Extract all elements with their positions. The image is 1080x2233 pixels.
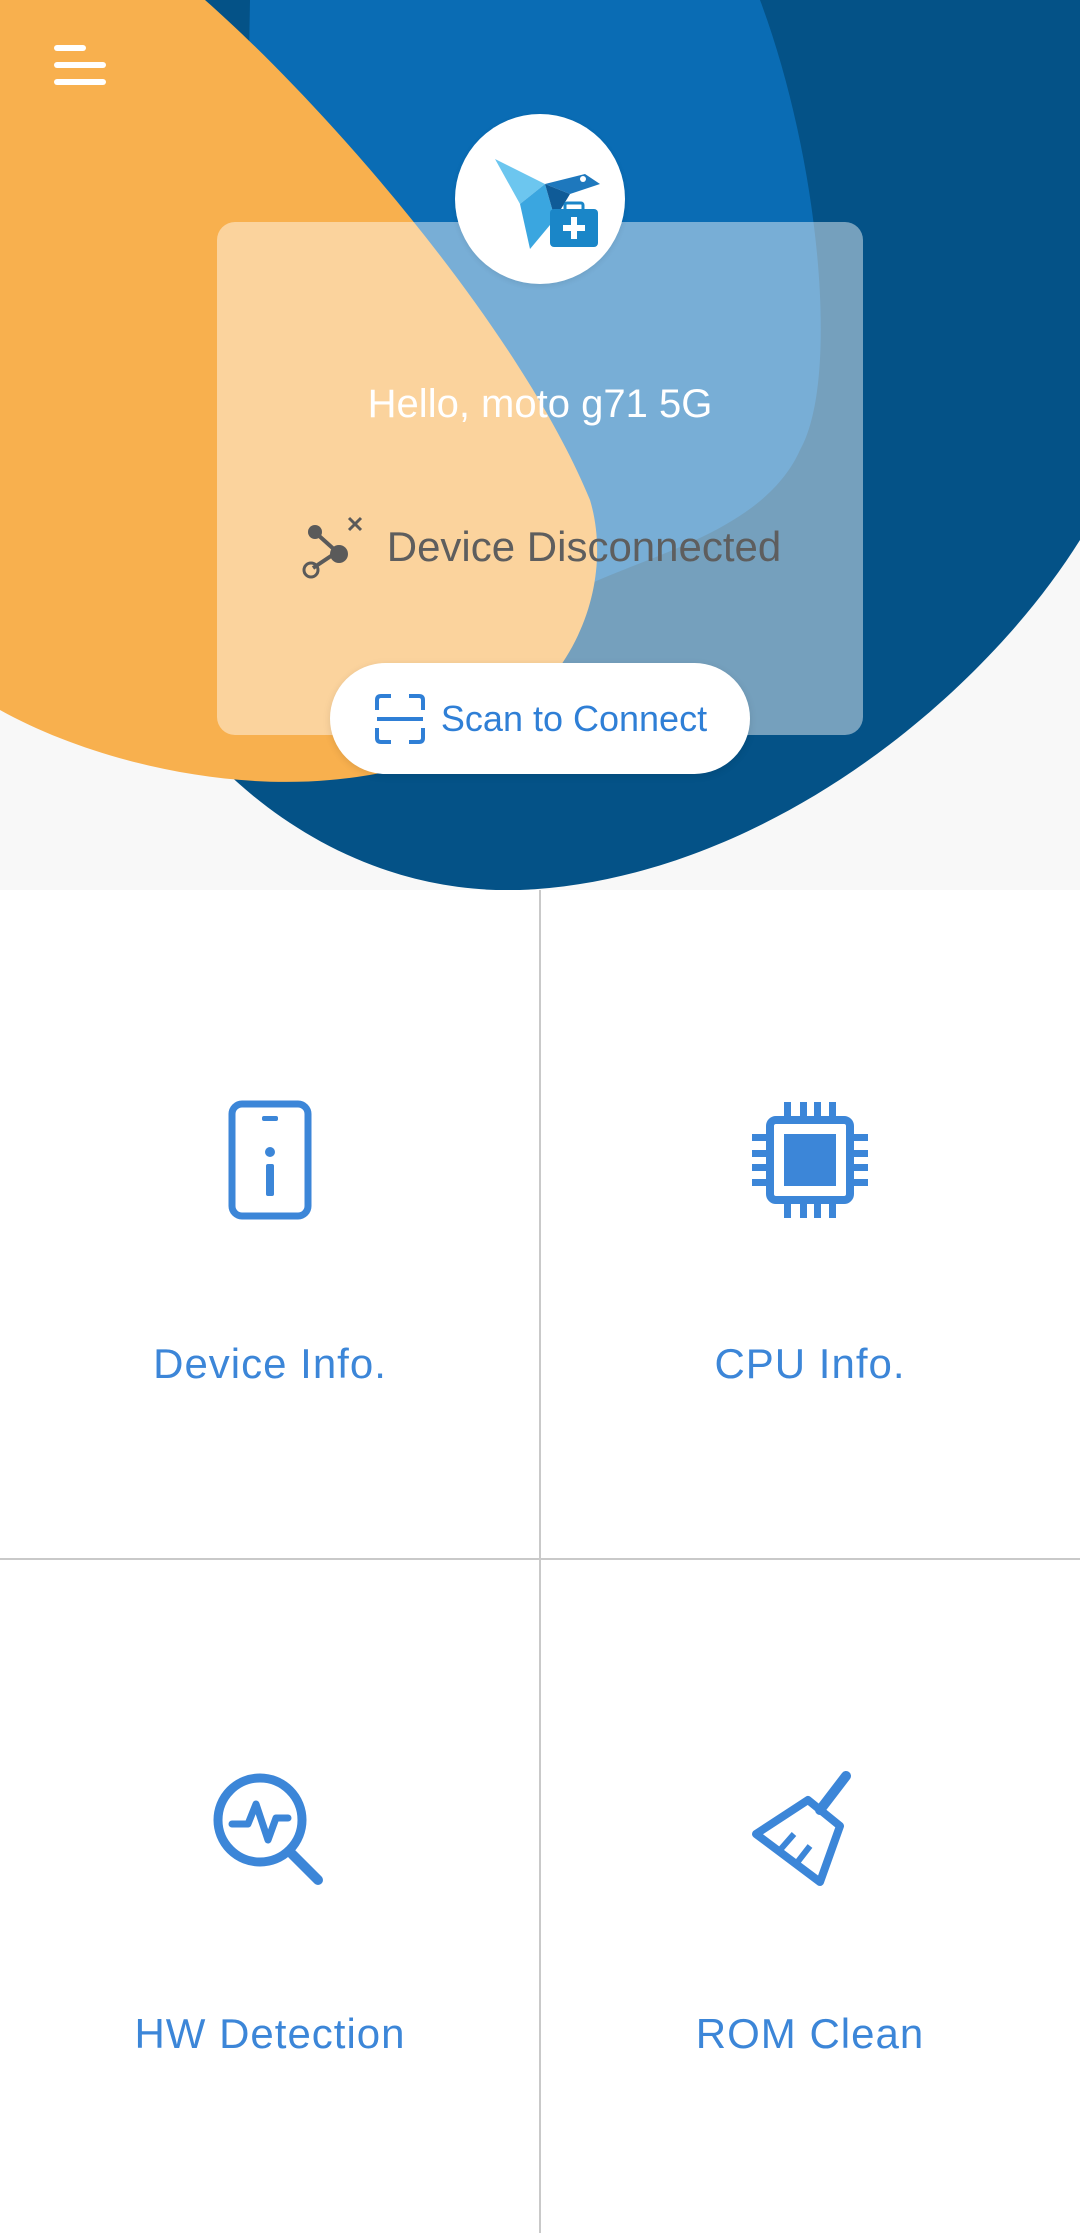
tile-cpu-info[interactable]: CPU Info.: [540, 890, 1080, 1558]
bird-medkit-logo: [495, 159, 600, 249]
greeting-text: Hello, moto g71 5G: [367, 382, 713, 426]
status-text: Device Disconnected: [386, 523, 782, 570]
broom-icon: [752, 1771, 851, 1886]
device-card: [217, 222, 863, 735]
header: Hello, moto g71 5G Device Disconnected S…: [0, 0, 1080, 890]
cpu-chip-icon: [752, 1102, 868, 1218]
hamburger-menu-icon: [54, 45, 106, 85]
phone-info-icon: [228, 1100, 312, 1220]
scan-frame-icon: [374, 693, 425, 744]
tile-label: HW Detection: [134, 2010, 406, 2057]
connection-status: Device Disconnected: [217, 512, 863, 582]
scan-to-connect-button[interactable]: Scan to Connect: [330, 663, 750, 774]
app-logo: [455, 114, 625, 284]
grid-divider-horizontal: [0, 1558, 1080, 1560]
tile-rom-clean[interactable]: ROM Clean: [540, 1560, 1080, 2228]
grid-divider-vertical: [539, 890, 541, 2233]
scan-label: Scan to Connect: [440, 697, 708, 739]
tile-label: ROM Clean: [695, 2010, 925, 2057]
disconnected-nodes-icon: [302, 516, 362, 579]
tile-label: Device Info.: [153, 1340, 387, 1387]
tile-label: CPU Info.: [714, 1340, 906, 1387]
tile-hw-detection[interactable]: HW Detection: [0, 1560, 540, 2228]
menu-button[interactable]: [40, 30, 120, 100]
pulse-search-icon: [213, 1773, 323, 1885]
tile-device-info[interactable]: Device Info.: [0, 890, 540, 1558]
